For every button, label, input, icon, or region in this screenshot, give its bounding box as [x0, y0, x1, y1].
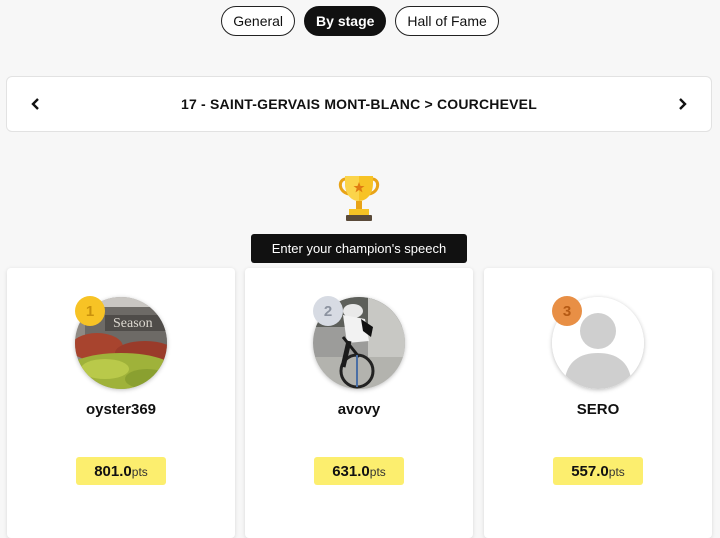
champion-speech-button[interactable]: Enter your champion's speech	[251, 234, 467, 263]
podium-card-2: 2 avovy 631.0 pts	[245, 268, 473, 538]
points-unit: pts	[608, 465, 625, 479]
username: SERO	[576, 401, 620, 418]
points-value: 631.0	[332, 463, 370, 480]
points-badge: 631.0 pts	[314, 457, 404, 485]
svg-text:Season: Season	[113, 316, 153, 331]
points-unit: pts	[131, 465, 148, 479]
prev-stage-button[interactable]	[7, 77, 65, 131]
chevron-right-icon	[679, 98, 687, 110]
rank-badge: 3	[552, 296, 582, 326]
chevron-left-icon	[31, 98, 39, 110]
points-badge: 801.0 pts	[76, 457, 166, 485]
trophy-icon	[337, 173, 381, 223]
podium-card-3: 3 SERO 557.0 pts	[484, 268, 712, 538]
points-value: 557.0	[571, 463, 609, 480]
next-stage-button[interactable]	[653, 77, 711, 131]
tab-hall-of-fame[interactable]: Hall of Fame	[395, 6, 499, 36]
rank-badge: 2	[313, 296, 343, 326]
tab-by-stage[interactable]: By stage	[304, 6, 387, 36]
stage-title: 17 - SAINT-GERVAIS MONT-BLANC > COURCHEV…	[181, 96, 537, 112]
stage-selector: 17 - SAINT-GERVAIS MONT-BLANC > COURCHEV…	[6, 76, 712, 132]
points-value: 801.0	[94, 463, 132, 480]
tab-general[interactable]: General	[221, 6, 296, 36]
podium-card-1: Season 1 oyster369 801.0 pts	[7, 268, 235, 538]
username: avovy	[337, 401, 381, 418]
points-unit: pts	[369, 465, 386, 479]
points-badge: 557.0 pts	[553, 457, 643, 485]
ranking-tabs: General By stage Hall of Fame	[0, 6, 720, 36]
rank-badge: 1	[75, 296, 105, 326]
username: oyster369	[85, 401, 157, 418]
